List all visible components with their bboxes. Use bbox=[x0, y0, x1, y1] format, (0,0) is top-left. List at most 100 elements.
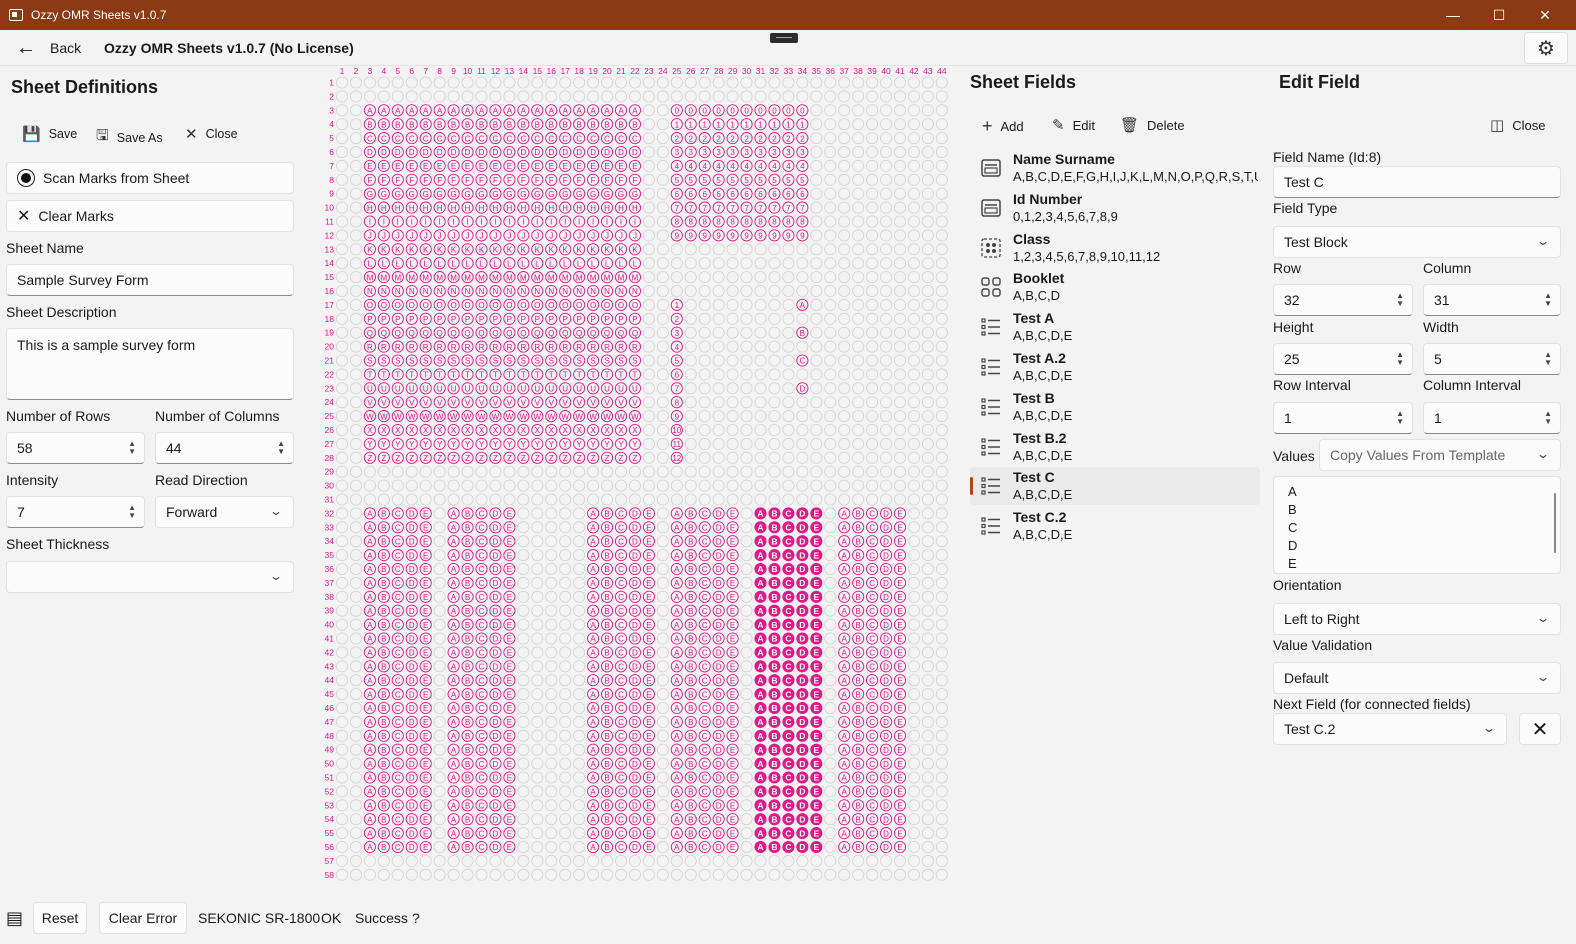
svg-text:D: D bbox=[493, 788, 499, 797]
svg-text:A: A bbox=[842, 829, 848, 838]
columns-stepper[interactable]: 44 ▲ ▼ bbox=[155, 432, 294, 464]
sheet-field-item[interactable]: Id Number 0,1,2,3,4,5,6,7,8,9 bbox=[970, 189, 1260, 227]
svg-text:E: E bbox=[897, 635, 902, 644]
width-stepper[interactable]: 5 ▲ ▼ bbox=[1423, 343, 1561, 375]
save-button[interactable]: 💾 Save bbox=[22, 125, 77, 143]
reset-button[interactable]: Reset bbox=[33, 902, 87, 934]
close-edit-label: Close bbox=[1512, 117, 1546, 133]
clear-marks-button[interactable]: ✕ Clear Marks bbox=[6, 200, 294, 232]
svg-text:E: E bbox=[423, 162, 428, 171]
svg-text:O: O bbox=[604, 301, 610, 310]
svg-text:E: E bbox=[813, 828, 819, 838]
add-field-button[interactable]: + Add bbox=[982, 116, 1024, 137]
svg-text:E: E bbox=[423, 663, 428, 672]
sheet-field-item[interactable]: Test B A,B,C,D,E bbox=[970, 388, 1260, 426]
svg-text:B: B bbox=[771, 773, 777, 783]
svg-text:1: 1 bbox=[329, 78, 334, 88]
svg-text:A: A bbox=[632, 107, 638, 116]
svg-text:D: D bbox=[716, 635, 722, 644]
row-stepper[interactable]: 32 ▲ ▼ bbox=[1273, 284, 1413, 316]
close-edit-button[interactable]: ◫ Close bbox=[1490, 116, 1545, 134]
spinner-icon[interactable]: ▲ ▼ bbox=[128, 440, 136, 456]
svg-text:C: C bbox=[785, 773, 791, 783]
svg-text:D: D bbox=[716, 565, 722, 574]
field-name-input[interactable]: Test C bbox=[1273, 166, 1561, 198]
omr-grid[interactable]: 1 2 3 4 5 6 7 8 9 10 11 12 13 14 15 16 17 18 19 20 21 22 23 24 2… bbox=[318, 66, 952, 890]
svg-text:A: A bbox=[674, 621, 680, 630]
omr-sheet-preview[interactable]: 1 2 3 4 5 6 7 8 9 10 11 12 13 14 15 16 17 18 19 20 21 22 23 24 2… bbox=[318, 66, 952, 890]
svg-text:4: 4 bbox=[758, 162, 763, 171]
row-interval-stepper[interactable]: 1 ▲ ▼ bbox=[1273, 402, 1413, 434]
edit-field-button[interactable]: ✎ Edit bbox=[1052, 116, 1095, 134]
svg-text:2: 2 bbox=[716, 134, 721, 143]
field-name-label: Field Name (Id:8) bbox=[1273, 149, 1382, 165]
sheet-description-input[interactable]: This is a sample survey form bbox=[6, 328, 294, 400]
values-textarea[interactable]: A B C D E bbox=[1273, 476, 1561, 574]
svg-text:C: C bbox=[395, 704, 401, 713]
sheet-thickness-select[interactable]: ⌄ bbox=[6, 561, 294, 593]
value-validation-select[interactable]: Default ⌄ bbox=[1273, 662, 1561, 694]
svg-text:L: L bbox=[423, 259, 428, 268]
intensity-stepper[interactable]: 7 ▲ ▼ bbox=[6, 496, 145, 528]
svg-text:D: D bbox=[883, 649, 889, 658]
clear-next-field-button[interactable]: ✕ bbox=[1519, 713, 1561, 745]
minimize-button[interactable]: — bbox=[1430, 0, 1476, 30]
back-button[interactable]: ← Back bbox=[4, 32, 92, 64]
sheet-field-item[interactable]: Class 1,2,3,4,5,6,7,8,9,10,11,12 bbox=[970, 229, 1260, 267]
scan-marks-button[interactable]: Scan Marks from Sheet bbox=[6, 162, 294, 194]
settings-button[interactable]: ⚙ bbox=[1524, 32, 1568, 64]
next-field-select[interactable]: Test C.2 ⌄ bbox=[1273, 713, 1507, 745]
svg-text:E: E bbox=[730, 621, 735, 630]
svg-text:T: T bbox=[493, 371, 498, 380]
svg-text:B: B bbox=[604, 635, 609, 644]
spinner-icon[interactable]: ▲ ▼ bbox=[1544, 410, 1552, 426]
svg-text:R: R bbox=[590, 343, 596, 352]
field-type-select[interactable]: Test Block ⌄ bbox=[1273, 226, 1561, 258]
orientation-select[interactable]: Left to Right ⌄ bbox=[1273, 603, 1561, 635]
spinner-icon[interactable]: ▲ ▼ bbox=[1544, 292, 1552, 308]
svg-text:D: D bbox=[799, 745, 805, 755]
svg-text:B: B bbox=[381, 829, 386, 838]
column-interval-stepper[interactable]: 1 ▲ ▼ bbox=[1423, 402, 1561, 434]
field-values: A,B,C,D,E bbox=[1013, 447, 1073, 463]
scrollbar[interactable] bbox=[1554, 493, 1556, 553]
sheet-field-item[interactable]: Test A.2 A,B,C,D,E bbox=[970, 348, 1260, 386]
svg-text:M: M bbox=[534, 273, 541, 282]
rows-stepper[interactable]: 58 ▲ ▼ bbox=[6, 432, 145, 464]
spinner-icon[interactable]: ▲ ▼ bbox=[1396, 351, 1404, 367]
read-direction-select[interactable]: Forward ⌄ bbox=[155, 496, 294, 528]
svg-text:A: A bbox=[842, 593, 848, 602]
height-stepper[interactable]: 25 ▲ ▼ bbox=[1273, 343, 1413, 375]
column-stepper[interactable]: 31 ▲ ▼ bbox=[1423, 284, 1561, 316]
svg-text:R: R bbox=[437, 343, 443, 352]
svg-text:U: U bbox=[576, 385, 582, 394]
sheet-field-item[interactable]: Test C.2 A,B,C,D,E bbox=[970, 507, 1260, 545]
maximize-button[interactable]: ☐ bbox=[1476, 0, 1522, 30]
save-as-button[interactable]: 🖫 Save As bbox=[96, 125, 163, 150]
svg-text:C: C bbox=[702, 704, 708, 713]
sheet-field-item[interactable]: Test B.2 A,B,C,D,E bbox=[970, 428, 1260, 466]
drag-handle[interactable] bbox=[770, 33, 798, 43]
copy-template-select[interactable]: Copy Values From Template ⌄ bbox=[1319, 439, 1561, 471]
spinner-icon[interactable]: ▲ ▼ bbox=[128, 504, 136, 520]
close-window-button[interactable]: ✕ bbox=[1522, 0, 1568, 30]
svg-text:0: 0 bbox=[689, 107, 694, 116]
close-button[interactable]: ✕ Close bbox=[185, 125, 238, 143]
spinner-icon[interactable]: ▲ ▼ bbox=[1544, 351, 1552, 367]
sheet-field-item[interactable]: Booklet A,B,C,D bbox=[970, 268, 1260, 306]
spinner-icon[interactable]: ▲ ▼ bbox=[277, 440, 285, 456]
spinner-icon[interactable]: ▲ ▼ bbox=[1396, 410, 1404, 426]
svg-text:X: X bbox=[437, 426, 443, 435]
svg-text:31: 31 bbox=[325, 495, 335, 505]
help-icon[interactable]: ? bbox=[412, 910, 420, 926]
svg-text:5: 5 bbox=[744, 176, 749, 185]
scanner-icon: ▤ bbox=[6, 908, 24, 928]
sheet-field-item[interactable]: Test C A,B,C,D,E bbox=[970, 467, 1260, 506]
spinner-icon[interactable]: ▲ ▼ bbox=[1396, 292, 1404, 308]
sheet-field-item[interactable]: Name Surname A,B,C,D,E,F,G,H,I,J,K,L,M,N,… bbox=[970, 149, 1260, 187]
svg-text:D: D bbox=[716, 843, 722, 852]
sheet-name-input[interactable]: Sample Survey Form bbox=[6, 264, 294, 296]
sheet-field-item[interactable]: Test A A,B,C,D,E bbox=[970, 308, 1260, 346]
clear-error-button[interactable]: Clear Error bbox=[99, 902, 187, 934]
delete-field-button[interactable]: 🗑 Delete bbox=[1120, 116, 1185, 134]
